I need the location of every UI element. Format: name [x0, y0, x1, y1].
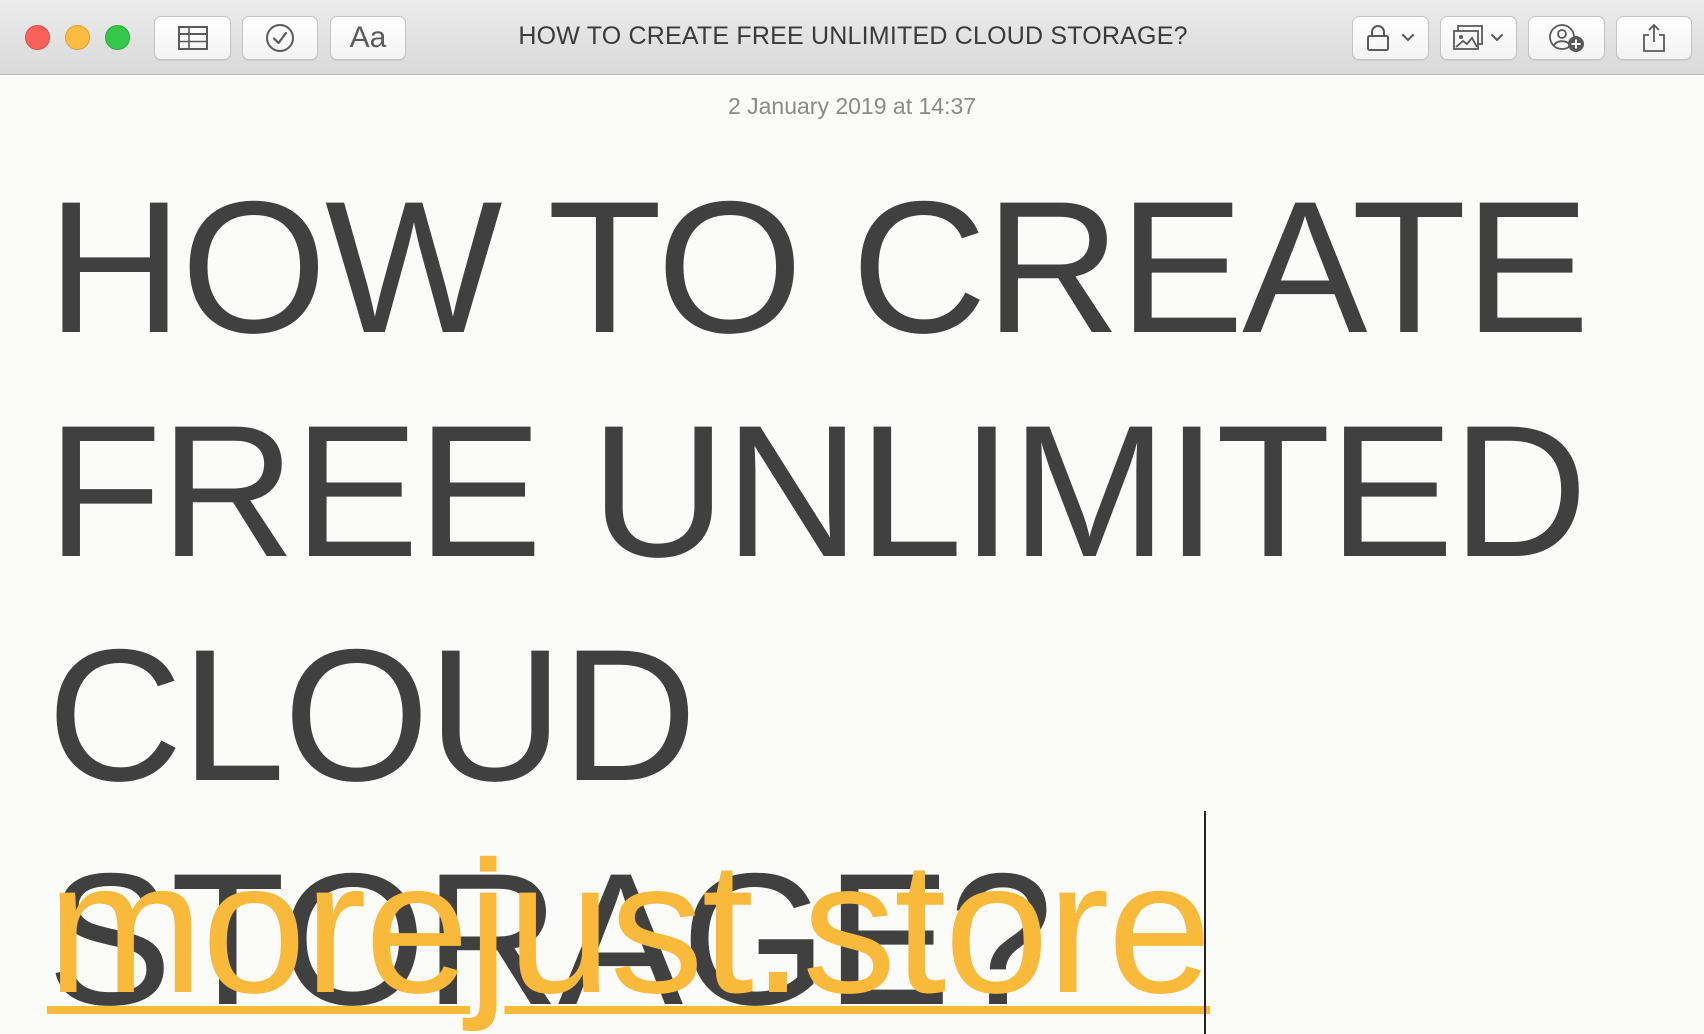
checklist-button[interactable]	[242, 16, 318, 60]
text-cursor	[1204, 811, 1206, 1034]
note-date: 2 January 2019 at 14:37	[727, 93, 977, 119]
add-person-icon	[1548, 23, 1586, 53]
chevron-down-icon	[1401, 33, 1415, 43]
checklist-icon	[265, 23, 295, 53]
note-title-line: FREE UNLIMITED	[47, 386, 1588, 596]
close-window-button[interactable]	[25, 25, 50, 50]
note-link[interactable]: morejust.store	[47, 832, 1212, 1022]
note-title-line: HOW TO CREATE	[47, 162, 1590, 372]
share-button[interactable]	[1616, 16, 1692, 60]
add-people-button[interactable]	[1528, 16, 1605, 60]
format-label: Aa	[349, 21, 387, 54]
zoom-window-button[interactable]	[105, 25, 130, 50]
lock-note-button[interactable]	[1352, 16, 1429, 60]
notes-window: Aa HOW TO CREATE FREE UNLIMITED CLOUD ST…	[0, 0, 1704, 1034]
lock-icon	[1366, 24, 1390, 52]
title-bar: Aa HOW TO CREATE FREE UNLIMITED CLOUD ST…	[0, 0, 1704, 75]
window-title: HOW TO CREATE FREE UNLIMITED CLOUD STORA…	[518, 22, 1188, 50]
table-button[interactable]	[154, 16, 231, 60]
format-text-button[interactable]: Aa	[330, 16, 406, 60]
table-icon	[177, 26, 208, 50]
minimize-window-button[interactable]	[65, 25, 90, 50]
photo-icon	[1452, 25, 1483, 51]
chevron-down-icon	[1490, 33, 1504, 43]
add-media-button[interactable]	[1440, 16, 1517, 60]
share-icon	[1642, 23, 1666, 53]
